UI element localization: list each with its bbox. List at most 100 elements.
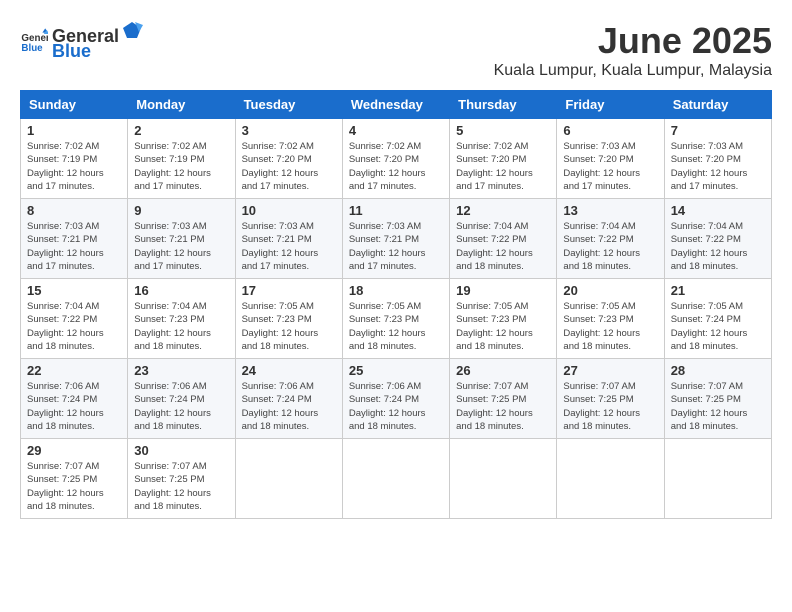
sunset-label: Sunset: 7:19 PM <box>27 154 97 165</box>
daylight-label: Daylight: 12 hours and 18 minutes. <box>671 328 748 352</box>
day-info: Sunrise: 7:07 AM Sunset: 7:25 PM Dayligh… <box>671 380 765 433</box>
sunrise-label: Sunrise: 7:07 AM <box>27 461 99 472</box>
day-info: Sunrise: 7:05 AM Sunset: 7:23 PM Dayligh… <box>563 300 657 353</box>
day-info: Sunrise: 7:02 AM Sunset: 7:20 PM Dayligh… <box>456 140 550 193</box>
day-info: Sunrise: 7:03 AM Sunset: 7:21 PM Dayligh… <box>27 220 121 273</box>
day-number: 18 <box>349 283 443 298</box>
sunset-label: Sunset: 7:21 PM <box>349 234 419 245</box>
sunset-label: Sunset: 7:22 PM <box>671 234 741 245</box>
day-info: Sunrise: 7:06 AM Sunset: 7:24 PM Dayligh… <box>242 380 336 433</box>
calendar-week-row-2: 8 Sunrise: 7:03 AM Sunset: 7:21 PM Dayli… <box>21 199 772 279</box>
daylight-label: Daylight: 12 hours and 18 minutes. <box>456 248 533 272</box>
sunset-label: Sunset: 7:24 PM <box>242 394 312 405</box>
sunset-label: Sunset: 7:24 PM <box>671 314 741 325</box>
day-number: 4 <box>349 123 443 138</box>
day-number: 1 <box>27 123 121 138</box>
calendar-cell: 27 Sunrise: 7:07 AM Sunset: 7:25 PM Dayl… <box>557 359 664 439</box>
day-info: Sunrise: 7:04 AM Sunset: 7:22 PM Dayligh… <box>671 220 765 273</box>
calendar-week-row-5: 29 Sunrise: 7:07 AM Sunset: 7:25 PM Dayl… <box>21 439 772 519</box>
day-number: 9 <box>134 203 228 218</box>
day-info: Sunrise: 7:07 AM Sunset: 7:25 PM Dayligh… <box>563 380 657 433</box>
calendar-cell: 2 Sunrise: 7:02 AM Sunset: 7:19 PM Dayli… <box>128 119 235 199</box>
calendar-cell <box>450 439 557 519</box>
daylight-label: Daylight: 12 hours and 18 minutes. <box>134 488 211 512</box>
sunrise-label: Sunrise: 7:02 AM <box>242 141 314 152</box>
sunset-label: Sunset: 7:19 PM <box>134 154 204 165</box>
day-number: 8 <box>27 203 121 218</box>
sunrise-label: Sunrise: 7:07 AM <box>134 461 206 472</box>
daylight-label: Daylight: 12 hours and 17 minutes. <box>349 248 426 272</box>
calendar-cell: 6 Sunrise: 7:03 AM Sunset: 7:20 PM Dayli… <box>557 119 664 199</box>
sunset-label: Sunset: 7:23 PM <box>134 314 204 325</box>
day-number: 10 <box>242 203 336 218</box>
day-info: Sunrise: 7:05 AM Sunset: 7:23 PM Dayligh… <box>349 300 443 353</box>
sunrise-label: Sunrise: 7:04 AM <box>671 221 743 232</box>
sunset-label: Sunset: 7:20 PM <box>456 154 526 165</box>
day-number: 13 <box>563 203 657 218</box>
day-number: 30 <box>134 443 228 458</box>
sunset-label: Sunset: 7:24 PM <box>349 394 419 405</box>
month-title: June 2025 <box>494 20 772 62</box>
location-title: Kuala Lumpur, Kuala Lumpur, Malaysia <box>494 62 772 80</box>
calendar-cell: 1 Sunrise: 7:02 AM Sunset: 7:19 PM Dayli… <box>21 119 128 199</box>
day-number: 27 <box>563 363 657 378</box>
day-number: 7 <box>671 123 765 138</box>
calendar-cell: 16 Sunrise: 7:04 AM Sunset: 7:23 PM Dayl… <box>128 279 235 359</box>
sunset-label: Sunset: 7:20 PM <box>671 154 741 165</box>
calendar-week-row-3: 15 Sunrise: 7:04 AM Sunset: 7:22 PM Dayl… <box>21 279 772 359</box>
day-number: 5 <box>456 123 550 138</box>
daylight-label: Daylight: 12 hours and 17 minutes. <box>563 168 640 192</box>
sunrise-label: Sunrise: 7:07 AM <box>456 381 528 392</box>
sunrise-label: Sunrise: 7:06 AM <box>242 381 314 392</box>
logo-icon: General Blue <box>20 27 48 55</box>
calendar-cell: 13 Sunrise: 7:04 AM Sunset: 7:22 PM Dayl… <box>557 199 664 279</box>
day-info: Sunrise: 7:03 AM Sunset: 7:20 PM Dayligh… <box>671 140 765 193</box>
sunrise-label: Sunrise: 7:06 AM <box>27 381 99 392</box>
sunset-label: Sunset: 7:25 PM <box>563 394 633 405</box>
daylight-label: Daylight: 12 hours and 18 minutes. <box>349 328 426 352</box>
calendar-cell: 22 Sunrise: 7:06 AM Sunset: 7:24 PM Dayl… <box>21 359 128 439</box>
day-number: 11 <box>349 203 443 218</box>
sunrise-label: Sunrise: 7:04 AM <box>134 301 206 312</box>
daylight-label: Daylight: 12 hours and 18 minutes. <box>349 408 426 432</box>
sunrise-label: Sunrise: 7:04 AM <box>27 301 99 312</box>
daylight-label: Daylight: 12 hours and 17 minutes. <box>134 248 211 272</box>
day-info: Sunrise: 7:02 AM Sunset: 7:20 PM Dayligh… <box>242 140 336 193</box>
daylight-label: Daylight: 12 hours and 18 minutes. <box>563 408 640 432</box>
calendar-cell: 11 Sunrise: 7:03 AM Sunset: 7:21 PM Dayl… <box>342 199 449 279</box>
day-number: 17 <box>242 283 336 298</box>
sunset-label: Sunset: 7:22 PM <box>27 314 97 325</box>
day-info: Sunrise: 7:07 AM Sunset: 7:25 PM Dayligh… <box>27 460 121 513</box>
daylight-label: Daylight: 12 hours and 17 minutes. <box>349 168 426 192</box>
daylight-label: Daylight: 12 hours and 18 minutes. <box>671 248 748 272</box>
daylight-label: Daylight: 12 hours and 18 minutes. <box>456 328 533 352</box>
calendar-cell <box>664 439 771 519</box>
col-sunday: Sunday <box>21 91 128 119</box>
sunrise-label: Sunrise: 7:02 AM <box>27 141 99 152</box>
daylight-label: Daylight: 12 hours and 18 minutes. <box>563 328 640 352</box>
svg-text:Blue: Blue <box>21 43 43 54</box>
calendar-cell: 12 Sunrise: 7:04 AM Sunset: 7:22 PM Dayl… <box>450 199 557 279</box>
sunset-label: Sunset: 7:22 PM <box>456 234 526 245</box>
sunrise-label: Sunrise: 7:05 AM <box>563 301 635 312</box>
sunrise-label: Sunrise: 7:03 AM <box>242 221 314 232</box>
sunset-label: Sunset: 7:20 PM <box>563 154 633 165</box>
day-info: Sunrise: 7:06 AM Sunset: 7:24 PM Dayligh… <box>134 380 228 433</box>
sunset-label: Sunset: 7:23 PM <box>242 314 312 325</box>
daylight-label: Daylight: 12 hours and 17 minutes. <box>242 248 319 272</box>
day-number: 24 <box>242 363 336 378</box>
sunrise-label: Sunrise: 7:05 AM <box>242 301 314 312</box>
daylight-label: Daylight: 12 hours and 18 minutes. <box>27 488 104 512</box>
calendar-cell: 26 Sunrise: 7:07 AM Sunset: 7:25 PM Dayl… <box>450 359 557 439</box>
daylight-label: Daylight: 12 hours and 17 minutes. <box>27 248 104 272</box>
calendar-cell <box>342 439 449 519</box>
sunset-label: Sunset: 7:22 PM <box>563 234 633 245</box>
calendar-cell: 25 Sunrise: 7:06 AM Sunset: 7:24 PM Dayl… <box>342 359 449 439</box>
sunrise-label: Sunrise: 7:02 AM <box>349 141 421 152</box>
calendar-header-row: Sunday Monday Tuesday Wednesday Thursday… <box>21 91 772 119</box>
sunrise-label: Sunrise: 7:05 AM <box>671 301 743 312</box>
day-info: Sunrise: 7:02 AM Sunset: 7:19 PM Dayligh… <box>27 140 121 193</box>
day-info: Sunrise: 7:03 AM Sunset: 7:21 PM Dayligh… <box>242 220 336 273</box>
day-info: Sunrise: 7:07 AM Sunset: 7:25 PM Dayligh… <box>456 380 550 433</box>
day-number: 29 <box>27 443 121 458</box>
